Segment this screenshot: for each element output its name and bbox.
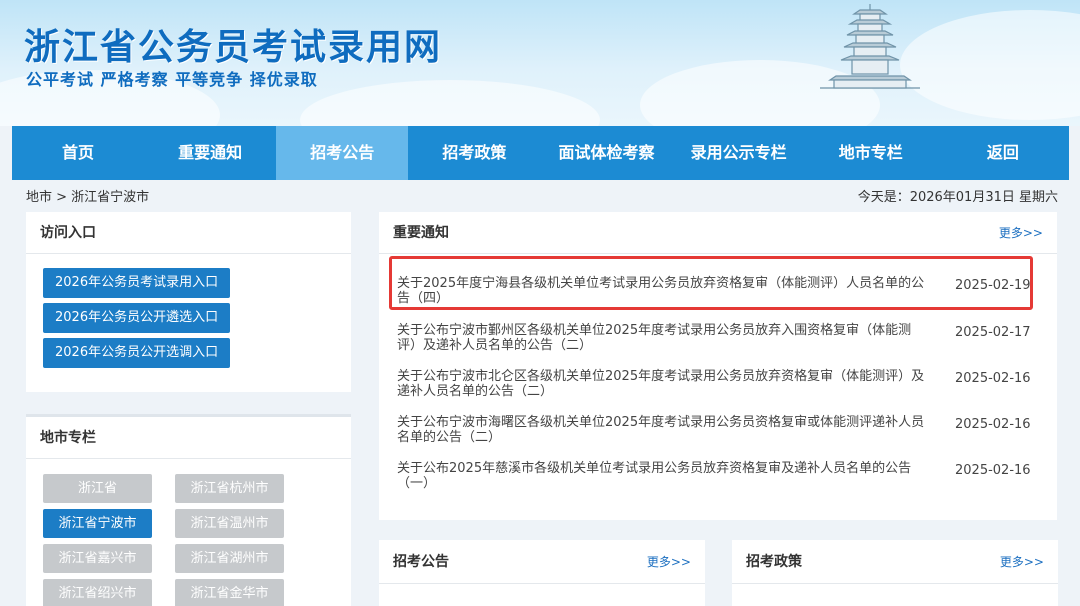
site-title: 浙江省公务员考试录用网 <box>24 27 443 68</box>
cities-panel: 地市专栏 浙江省 浙江省杭州市 浙江省宁波市 浙江省温州市 浙江省嘉兴市 浙江省… <box>26 414 351 606</box>
policy-more-link[interactable]: 更多>> <box>1000 540 1044 584</box>
notice-title[interactable]: 关于公布宁波市海曙区各级机关单位2025年度考试录用公务员资格复审或体能测评递补… <box>397 415 927 445</box>
notice-title[interactable]: 关于公布2025年慈溪市各级机关单位考试录用公务员放弃资格复审及递补人员名单的公… <box>397 461 927 491</box>
notice-date: 2025-02-16 <box>955 463 1031 478</box>
notice-title[interactable]: 关于公布宁波市鄞州区各级机关单位2025年度考试录用公务员放弃入围资格复审（体能… <box>397 323 927 353</box>
pagoda-illustration <box>820 4 920 89</box>
notices-more-link[interactable]: 更多>> <box>999 212 1043 254</box>
notice-date: 2025-02-17 <box>955 325 1031 340</box>
recruit-panel-title: 招考公告 更多>> <box>379 540 705 584</box>
policy-panel-title: 招考政策 更多>> <box>732 540 1058 584</box>
nav-item-interview[interactable]: 面试体检考察 <box>541 126 673 180</box>
nav-item-cities[interactable]: 地市专栏 <box>805 126 937 180</box>
breadcrumb[interactable]: 地市 > 浙江省宁波市 <box>26 186 149 205</box>
city-button-wenzhou[interactable]: 浙江省温州市 <box>175 509 284 538</box>
nav-item-back[interactable]: 返回 <box>937 126 1069 180</box>
city-button-hangzhou[interactable]: 浙江省杭州市 <box>175 474 284 503</box>
cities-panel-title: 地市专栏 <box>26 417 351 459</box>
recruit-panel: 招考公告 更多>> <box>379 540 705 606</box>
city-button-zhejiang[interactable]: 浙江省 <box>43 474 152 503</box>
policy-title-text: 招考政策 <box>746 554 802 570</box>
city-button-jiaxing[interactable]: 浙江省嘉兴市 <box>43 544 152 573</box>
notices-panel-title: 重要通知 更多>> <box>379 212 1057 254</box>
recruit-title-text: 招考公告 <box>393 554 449 570</box>
selection-entry-button[interactable]: 2026年公务员公开遴选入口 <box>43 303 231 333</box>
notice-date: 2025-02-16 <box>955 371 1031 386</box>
nav-item-notices[interactable]: 重要通知 <box>144 126 276 180</box>
main-nav: 首页 重要通知 招考公告 招考政策 面试体检考察 录用公示专栏 地市专栏 返回 <box>12 126 1069 180</box>
cloud-decoration <box>300 80 600 126</box>
recruit-more-link[interactable]: 更多>> <box>647 540 691 584</box>
notice-title[interactable]: 关于公布宁波市北仑区各级机关单位2025年度考试录用公务员放弃资格复审（体能测评… <box>397 369 927 399</box>
nav-item-policy[interactable]: 招考政策 <box>408 126 540 180</box>
city-button-shaoxing[interactable]: 浙江省绍兴市 <box>43 579 152 606</box>
city-button-huzhou[interactable]: 浙江省湖州市 <box>175 544 284 573</box>
exam-entry-button[interactable]: 2026年公务员考试录用入口 <box>43 268 231 298</box>
notices-title-text: 重要通知 <box>393 225 449 241</box>
access-panel-title: 访问入口 <box>26 212 351 254</box>
transfer-entry-button[interactable]: 2026年公务员公开选调入口 <box>43 338 231 368</box>
city-button-ningbo[interactable]: 浙江省宁波市 <box>43 509 152 538</box>
header-banner: 浙江省公务员考试录用网 公平考试 严格考察 平等竞争 择优录取 <box>0 0 1080 126</box>
site-slogan: 公平考试 严格考察 平等竞争 择优录取 <box>26 70 318 89</box>
nav-item-publicity[interactable]: 录用公示专栏 <box>673 126 805 180</box>
notice-date: 2025-02-16 <box>955 417 1031 432</box>
notice-title[interactable]: 关于2025年度宁海县各级机关单位考试录用公务员放弃资格复审（体能测评）人员名单… <box>397 276 927 306</box>
notice-date: 2025-02-19 <box>955 278 1031 293</box>
access-panel: 访问入口 2026年公务员考试录用入口 2026年公务员公开遴选入口 2026年… <box>26 212 351 392</box>
notices-panel: 重要通知 更多>> 关于2025年度宁海县各级机关单位考试录用公务员放弃资格复审… <box>379 212 1057 520</box>
policy-panel: 招考政策 更多>> <box>732 540 1058 606</box>
nav-item-recruitment[interactable]: 招考公告 <box>276 126 409 180</box>
today-date: 今天是：2026年01月31日 星期六 <box>857 190 1058 205</box>
nav-item-home[interactable]: 首页 <box>12 126 144 180</box>
city-button-jinhua[interactable]: 浙江省金华市 <box>175 579 284 606</box>
